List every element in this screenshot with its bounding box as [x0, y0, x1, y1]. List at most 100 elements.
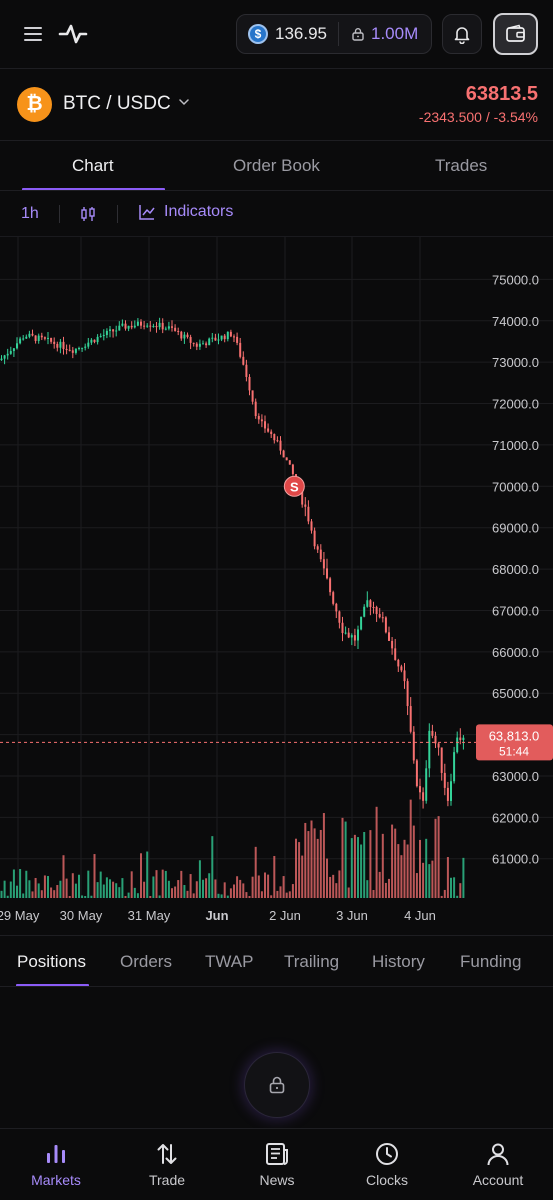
candle-body [415, 760, 418, 787]
volume-bar [102, 884, 105, 898]
wallet-button[interactable] [493, 13, 538, 55]
candle-body [109, 329, 111, 331]
candle-body [71, 350, 74, 353]
volume-bar [456, 895, 459, 898]
tab-twap[interactable]: TWAP [205, 952, 253, 972]
y-tick-label: 75000.0 [492, 272, 539, 287]
last-price: 63813.5 [465, 83, 538, 105]
volume-bar [279, 886, 282, 898]
timeframe-button[interactable]: 1h [21, 205, 39, 223]
chevron-down-icon[interactable] [179, 98, 189, 106]
candle-body [276, 440, 279, 442]
tab-funding[interactable]: Funding [460, 952, 521, 972]
volume-bar [22, 893, 25, 898]
candle-body [217, 339, 220, 341]
candle-body [366, 600, 369, 607]
divider [0, 986, 553, 987]
candle-body [307, 506, 310, 522]
lock-icon [352, 28, 364, 41]
swap-arrows-icon [157, 1144, 177, 1164]
chart-grid [0, 237, 553, 898]
tab-trades[interactable]: Trades [435, 156, 487, 176]
balance-pill[interactable]: $ 136.95 1.00M [236, 14, 432, 54]
volume-bar [0, 890, 3, 898]
volume-bar [65, 878, 68, 898]
y-tick-label: 67000.0 [492, 603, 539, 618]
volume-bar [332, 874, 335, 898]
nav-trade[interactable]: Trade [112, 1129, 222, 1200]
candle-body [186, 334, 189, 338]
candle-body [99, 336, 102, 338]
volume-bar [257, 875, 260, 898]
candle-body [34, 335, 37, 341]
volume-bar [87, 870, 90, 898]
nav-clocks[interactable]: Clocks [332, 1129, 442, 1200]
nav-news[interactable]: News [222, 1129, 332, 1200]
volume-bar [198, 860, 201, 898]
volume-bar [264, 872, 266, 898]
volume-bar [3, 880, 6, 898]
candle-body [50, 337, 53, 342]
y-tick-label: 68000.0 [492, 562, 539, 577]
volume-bar [56, 885, 59, 898]
candle-body [81, 347, 84, 349]
volume-bar [214, 879, 217, 898]
candlestick-type-icon[interactable] [79, 205, 97, 223]
volume-bar [378, 871, 381, 898]
indicators-button[interactable]: Indicators [138, 203, 233, 221]
tab-orders[interactable]: Orders [120, 952, 172, 972]
tab-order-book[interactable]: Order Book [233, 156, 320, 176]
candle-body [360, 616, 363, 630]
candle-body [388, 632, 390, 641]
volume-bar [164, 870, 167, 898]
candle-body [419, 786, 421, 793]
nav-markets[interactable]: Markets [1, 1129, 111, 1200]
volume-bar [335, 883, 338, 898]
candle-body [267, 428, 270, 432]
notifications-button[interactable] [442, 14, 482, 54]
candle-body [155, 325, 158, 328]
tab-positions[interactable]: Positions [17, 952, 86, 972]
candle-body [422, 792, 425, 801]
candle-body [19, 338, 22, 344]
volume-bar [109, 879, 111, 898]
volume-bar [40, 890, 43, 898]
tab-history[interactable]: History [372, 952, 425, 972]
volume-bar [298, 842, 301, 898]
tab-chart[interactable]: Chart [72, 156, 114, 176]
volume-bar [229, 888, 232, 898]
volume-bar [288, 891, 291, 898]
volume-bar [310, 820, 313, 898]
candle-body [273, 434, 276, 441]
volume-bar [127, 892, 130, 898]
nav-account[interactable]: Account [443, 1129, 553, 1200]
volume-bar [344, 821, 347, 898]
tab-trailing[interactable]: Trailing [284, 952, 339, 972]
volume-bar [245, 892, 248, 898]
current-price-label: 63,813.0 [489, 728, 540, 743]
candle-body [118, 325, 121, 331]
volume-bar [394, 828, 397, 898]
candle-body [440, 747, 443, 773]
volume-bar [406, 844, 409, 898]
volume-bar [267, 874, 270, 898]
candle-body [285, 457, 288, 461]
volume-bar [347, 887, 350, 898]
candle-body [335, 603, 338, 612]
volume-bar [99, 871, 102, 898]
hamburger-menu-icon[interactable] [24, 24, 46, 44]
volume-bar [446, 857, 449, 898]
candle-body [133, 325, 136, 328]
y-tick-label: 74000.0 [492, 314, 539, 329]
x-tick-label: 30 May [60, 908, 103, 923]
candle-body [226, 331, 229, 340]
candle-body [105, 330, 108, 335]
volume-bar [403, 839, 406, 898]
connect-wallet-button[interactable] [245, 1053, 309, 1117]
candle-body [242, 356, 245, 365]
candle-body [171, 326, 173, 328]
volume-bar [68, 896, 71, 898]
pair-selector[interactable]: BTC / USDC [63, 93, 171, 115]
price-chart[interactable]: 75000.0 74000.0 73000.0 72000.0 71000.0 70000… [0, 237, 553, 934]
candle-body [161, 322, 164, 330]
